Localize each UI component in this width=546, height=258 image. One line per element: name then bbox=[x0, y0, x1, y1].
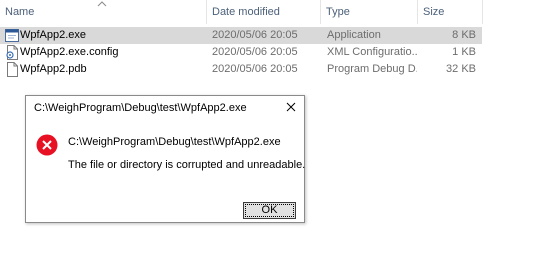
column-type-label: Type bbox=[326, 6, 350, 18]
file-type: XML Configuratio... bbox=[327, 46, 417, 58]
file-name: WpfApp2.exe bbox=[20, 29, 87, 41]
dialog-message: The file or directory is corrupted and u… bbox=[68, 159, 306, 171]
file-size: 32 KB bbox=[446, 63, 476, 75]
ok-button[interactable]: OK bbox=[243, 202, 296, 219]
file-row-wpfapp2-pdb[interactable]: WpfApp2.pdb 2020/05/06 20:05 Program Deb… bbox=[0, 61, 482, 78]
close-icon[interactable] bbox=[284, 100, 298, 114]
file-date: 2020/05/06 20:05 bbox=[212, 63, 298, 75]
column-size-header[interactable]: Size bbox=[418, 0, 482, 24]
file-name: WpfApp2.pdb bbox=[20, 63, 87, 75]
sort-ascending-icon bbox=[97, 1, 107, 7]
file-size: 1 KB bbox=[452, 46, 476, 58]
file-date: 2020/05/06 20:05 bbox=[212, 46, 298, 58]
file-date: 2020/05/06 20:05 bbox=[212, 29, 298, 41]
dialog-path-text: C:\WeighProgram\Debug\test\WpfApp2.exe bbox=[68, 136, 281, 148]
file-size: 8 KB bbox=[452, 29, 476, 41]
file-type: Application bbox=[327, 29, 381, 41]
column-name-label: Name bbox=[5, 6, 35, 18]
exe-file-icon bbox=[5, 29, 19, 42]
error-icon bbox=[36, 134, 58, 156]
dialog-title: C:\WeighProgram\Debug\test\WpfApp2.exe bbox=[34, 102, 247, 114]
file-row-wpfapp2-exe-config[interactable]: WpfApp2.exe.config 2020/05/06 20:05 XML … bbox=[0, 44, 482, 61]
column-divider[interactable] bbox=[482, 0, 483, 24]
error-dialog: C:\WeighProgram\Debug\test\WpfApp2.exe C… bbox=[25, 95, 305, 223]
column-date-header[interactable]: Date modified bbox=[207, 0, 320, 24]
column-size-label: Size bbox=[423, 6, 445, 18]
column-date-label: Date modified bbox=[212, 6, 280, 18]
file-type: Program Debug D... bbox=[327, 63, 417, 75]
config-file-icon bbox=[6, 45, 18, 60]
blank-file-icon bbox=[7, 62, 18, 77]
column-type-header[interactable]: Type bbox=[321, 0, 417, 24]
file-name: WpfApp2.exe.config bbox=[20, 46, 119, 58]
column-header: Name Date modified Type Size bbox=[0, 0, 546, 24]
file-row-wpfapp2-exe[interactable]: WpfApp2.exe 2020/05/06 20:05 Application… bbox=[0, 27, 482, 44]
